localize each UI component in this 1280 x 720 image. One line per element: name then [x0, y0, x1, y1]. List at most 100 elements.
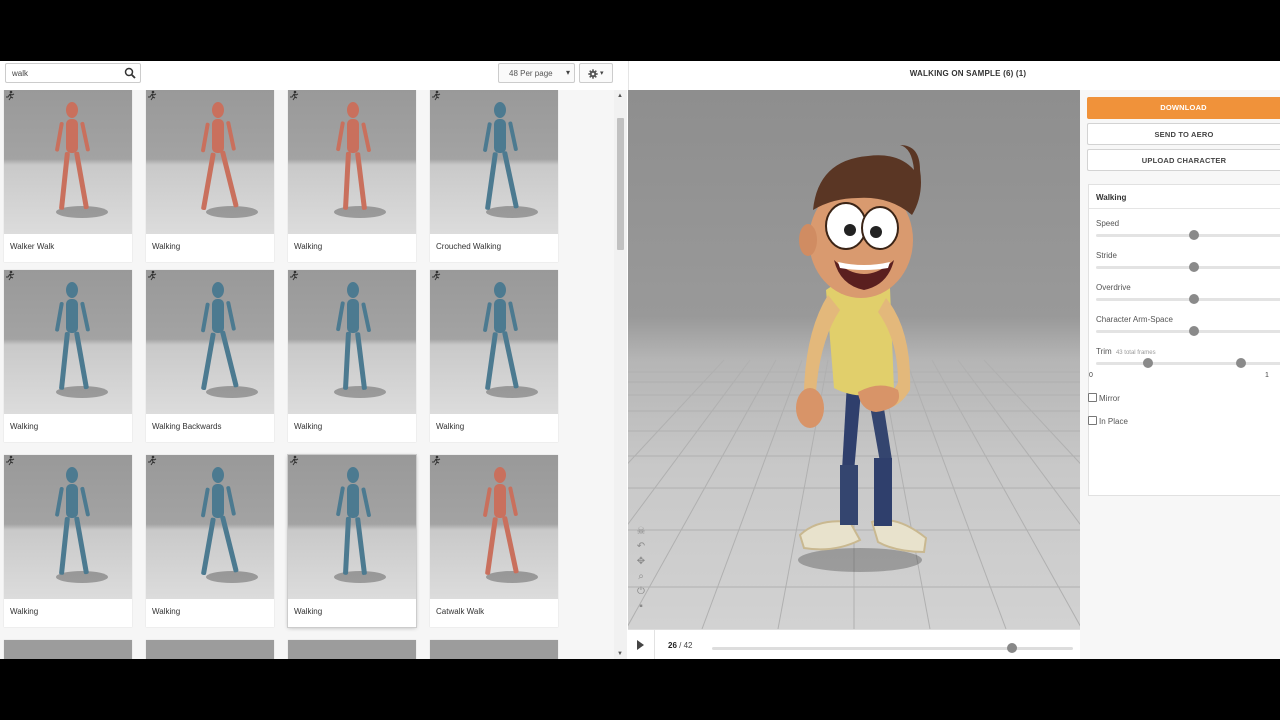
trim-end-knob[interactable] — [1236, 358, 1246, 368]
animation-thumbnail[interactable] — [430, 455, 558, 599]
slider-knob[interactable] — [1189, 326, 1199, 336]
animation-title: Walking — [294, 242, 323, 251]
scroll-up-icon[interactable]: ▲ — [617, 93, 623, 99]
animation-thumbnail[interactable] — [288, 640, 416, 659]
play-icon[interactable] — [637, 640, 644, 650]
upload-character-button[interactable]: UPLOAD CHARACTER — [1087, 149, 1280, 171]
animation-card[interactable]: Walking Backwards — [146, 270, 274, 442]
viewer-header: WALKING ON SAMPLE (6) (1) — [628, 61, 1280, 90]
overdrive-slider[interactable]: Overdrive — [1096, 283, 1280, 304]
animation-thumbnail[interactable] — [430, 640, 558, 659]
animation-card[interactable]: Crouched Walking — [430, 90, 558, 262]
animation-card[interactable] — [288, 640, 416, 659]
animation-thumbnail[interactable] — [288, 270, 416, 414]
scroll-thumb[interactable] — [617, 118, 624, 250]
slider-knob[interactable] — [1189, 294, 1199, 304]
trim-min: 0 — [1089, 372, 1093, 379]
animation-card[interactable]: Walking — [146, 455, 274, 627]
current-frame: 26 — [668, 641, 677, 650]
trim-start-knob[interactable] — [1143, 358, 1153, 368]
search-icon[interactable] — [124, 67, 136, 79]
animation-grid: Walker Walk Walking Walking Crouched Walkin… — [0, 90, 614, 659]
animation-title: Walking — [10, 607, 39, 616]
arm-space-slider[interactable]: Character Arm-Space — [1096, 315, 1280, 336]
arm-space-label: Character Arm-Space — [1096, 315, 1173, 324]
search-input[interactable] — [6, 64, 120, 82]
checkbox-box[interactable] — [1088, 416, 1097, 425]
animation-thumbnail[interactable] — [430, 90, 558, 234]
undo-icon[interactable]: ↶ — [635, 541, 647, 553]
animation-card[interactable]: Walking — [146, 90, 274, 262]
slider-track[interactable] — [1096, 298, 1280, 301]
animation-card[interactable]: Walking — [288, 455, 416, 627]
mirror-checkbox[interactable]: Mirror — [1088, 393, 1120, 403]
side-panel: DOWNLOAD SEND TO AERO UPLOAD CHARACTER W… — [1080, 90, 1280, 659]
animation-card[interactable]: Walking — [4, 270, 132, 442]
download-button[interactable]: DOWNLOAD — [1087, 97, 1280, 119]
checkbox-box[interactable] — [1088, 393, 1097, 402]
chevron-down-icon: ▾ — [600, 70, 604, 77]
power-icon[interactable]: ⏻ — [635, 586, 647, 598]
animation-thumbnail[interactable] — [288, 455, 416, 599]
animation-thumbnail[interactable] — [288, 90, 416, 234]
camera-icon[interactable]: ▪ — [635, 601, 647, 613]
animation-card[interactable]: Walker Walk — [4, 90, 132, 262]
character-viewport[interactable]: ☠ ↶ ✥ ⌕ ⏻ ▪ — [628, 90, 1080, 629]
frame-counter: 26 / 42 — [668, 641, 693, 650]
timeline-playhead[interactable] — [1006, 643, 1017, 653]
scroll-down-icon[interactable]: ▼ — [617, 651, 623, 657]
settings-dropdown-button[interactable]: ▾ — [579, 63, 613, 83]
running-icon — [6, 90, 15, 101]
animation-card[interactable]: Catwalk Walk — [430, 455, 558, 627]
animation-thumbnail[interactable] — [146, 90, 274, 234]
trim-frames: 43 total frames — [1115, 350, 1156, 356]
grid-scrollbar[interactable]: ▲ ▼ — [614, 90, 627, 659]
playback-bar: 26 / 42 — [628, 629, 1080, 659]
floor-grid — [628, 145, 1080, 629]
animation-thumbnail[interactable] — [430, 270, 558, 414]
speed-slider[interactable]: Speed — [1096, 219, 1280, 240]
chevron-down-icon: ▾ — [565, 68, 570, 77]
running-icon — [148, 270, 157, 281]
stride-label: Stride — [1096, 251, 1117, 260]
zoom-icon[interactable]: ⌕ — [635, 571, 647, 583]
animation-card[interactable] — [4, 640, 132, 659]
animation-card[interactable] — [430, 640, 558, 659]
search-box[interactable] — [5, 63, 141, 83]
animation-title: Walking — [294, 607, 323, 616]
slider-track[interactable] — [1096, 234, 1280, 237]
slider-knob[interactable] — [1189, 262, 1199, 272]
animation-card[interactable]: Walking — [430, 270, 558, 442]
slider-track[interactable] — [1096, 266, 1280, 269]
animation-card[interactable]: Walking — [288, 270, 416, 442]
animation-thumbnail[interactable] — [146, 640, 274, 659]
animation-thumbnail[interactable] — [4, 640, 132, 659]
slider-track[interactable] — [1096, 330, 1280, 333]
speed-label: Speed — [1096, 219, 1120, 228]
slider-knob[interactable] — [1189, 230, 1199, 240]
animation-thumbnail[interactable] — [146, 270, 274, 414]
per-page-select[interactable]: 48 Per page ▾ — [498, 63, 575, 83]
in-place-checkbox[interactable]: In Place — [1088, 416, 1128, 426]
stride-slider[interactable]: Stride — [1096, 251, 1280, 272]
mirror-label: Mirror — [1099, 394, 1120, 403]
animation-thumbnail[interactable] — [4, 270, 132, 414]
slider-track[interactable] — [1096, 362, 1280, 365]
trim-max: 1 — [1265, 372, 1269, 379]
animation-card[interactable] — [146, 640, 274, 659]
running-icon — [290, 90, 299, 101]
animation-thumbnail[interactable] — [4, 90, 132, 234]
animation-title: Walking — [436, 422, 465, 431]
running-icon — [432, 455, 441, 466]
timeline-track[interactable] — [712, 647, 1073, 650]
animation-thumbnail[interactable] — [146, 455, 274, 599]
send-to-aero-button[interactable]: SEND TO AERO — [1087, 123, 1280, 145]
animation-thumbnail[interactable] — [4, 455, 132, 599]
animation-card[interactable]: Walking — [288, 90, 416, 262]
trim-slider[interactable]: Trim 43 total frames — [1096, 347, 1280, 368]
animation-title: Catwalk Walk — [436, 607, 485, 616]
move-icon[interactable]: ✥ — [635, 556, 647, 568]
animation-title: Walking — [10, 422, 39, 431]
animation-card[interactable]: Walking — [4, 455, 132, 627]
skull-icon[interactable]: ☠ — [635, 526, 647, 538]
